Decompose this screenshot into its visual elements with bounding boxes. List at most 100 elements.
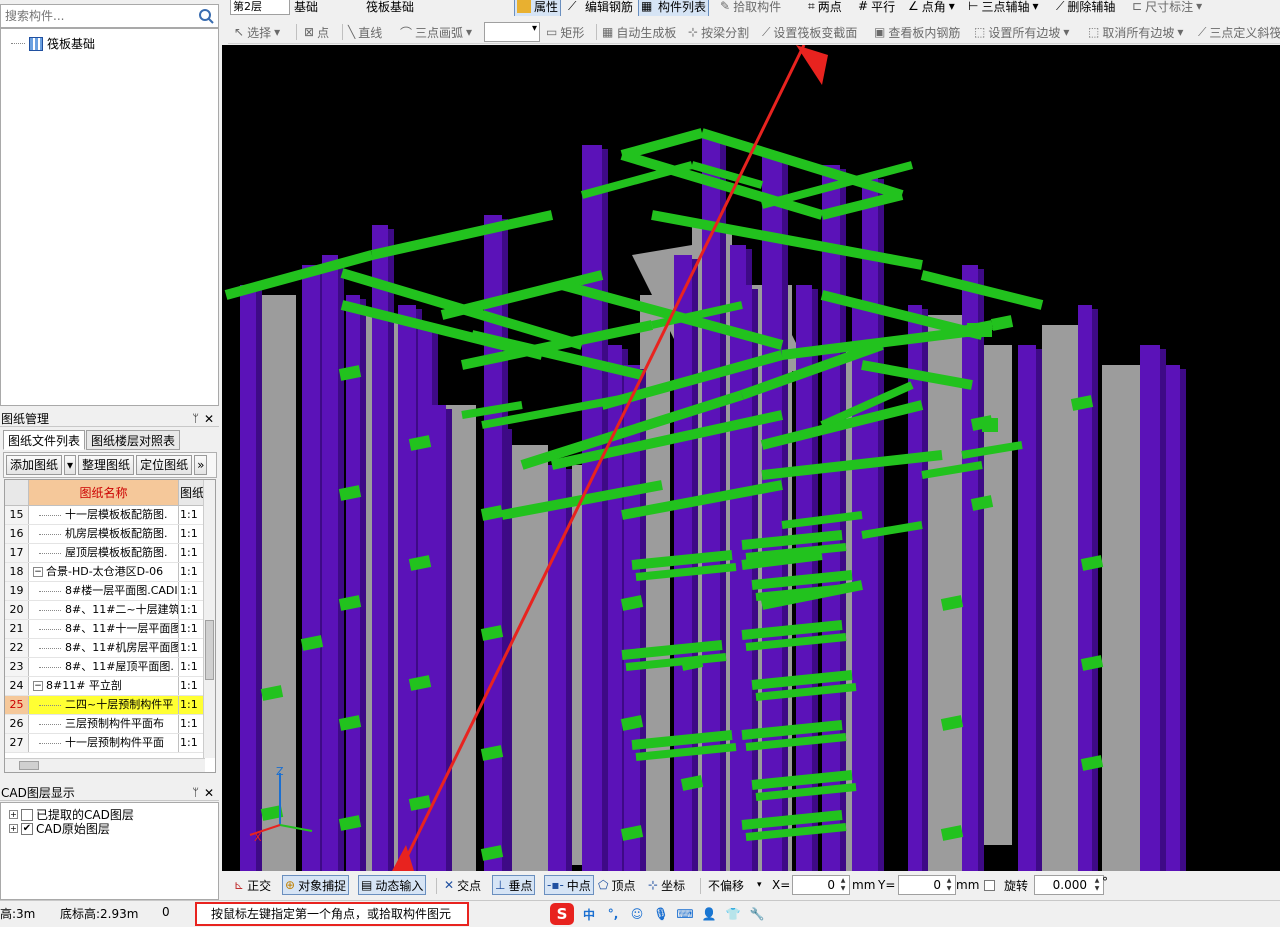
rotate-checkbox[interactable] [984,879,995,891]
pin-icon[interactable]: ᛘ [192,411,199,427]
column-side[interactable] [1180,369,1186,871]
beam[interactable] [370,210,554,260]
snap-perpendicular[interactable]: ⊥ 垂点 [492,875,536,895]
table-row[interactable]: 17 屋顶层模板板配筋图. 1:1 [5,544,205,563]
column[interactable] [372,225,388,871]
beam[interactable] [338,485,362,501]
snap-vertex[interactable]: ⬠ 顶点 [596,875,637,895]
beam[interactable] [480,505,504,521]
arc-tool[interactable]: ⌒ 三点画弧 ▾ [400,20,472,44]
axis-x-letter[interactable]: X [254,831,262,844]
close-icon[interactable]: ✕ [204,411,214,427]
beam[interactable] [300,635,324,651]
line-tool[interactable]: ╲ 直线 [348,20,382,44]
arc-mode-select[interactable]: ▾ [484,22,540,42]
three-point-incline-button[interactable]: ⟋ 三点定义斜筏 [1198,20,1280,44]
column-side[interactable] [446,409,452,871]
set-all-slopes-button[interactable]: ⬚ 设置所有边坡 ▾ [974,20,1069,44]
delete-axis-button[interactable]: ⟋ 删除辅轴 [1056,0,1115,16]
beam[interactable] [480,625,504,641]
beam[interactable] [620,825,644,841]
ime-punctuation[interactable]: °, [604,905,622,923]
rotate-toggle[interactable]: 旋转 [982,875,1030,895]
select-tool[interactable]: ↖ 选择 ▾ [234,20,280,44]
collapse-icon[interactable]: − [33,681,43,691]
add-drawing-dropdown[interactable]: ▾ [64,455,77,475]
column[interactable] [322,255,338,871]
column-side[interactable] [878,179,884,871]
beam[interactable] [620,595,644,611]
table-row[interactable]: 16 机房层模板板配筋图. 1:1 [5,525,205,544]
emoji-icon[interactable]: ☺ [628,905,646,923]
view-slab-rebar-button[interactable]: ▣ 查看板内钢筋 [874,20,960,44]
column-side[interactable] [978,269,984,871]
snap-midpoint[interactable]: -▪- 中点 [544,875,594,895]
column-side[interactable] [1036,349,1042,871]
point-tool[interactable]: ⊠ 点 [304,20,329,44]
table-row[interactable]: 15 十一层模板板配筋图. 1:1 [5,506,205,525]
beam[interactable] [1080,755,1104,771]
point-angle-button[interactable]: ∠ 点角 ▾ [908,0,955,16]
column[interactable] [548,465,566,871]
three-point-axis-button[interactable]: ⊢ 三点辅轴 ▾ [968,0,1039,16]
beam[interactable] [338,365,362,381]
beam[interactable] [940,595,964,611]
column-side[interactable] [256,289,262,871]
column-side[interactable] [720,139,726,871]
drawing-name-cell[interactable]: 8#、11#二~十层建筑 [29,601,179,619]
snap-intersection[interactable]: ✕ 交点 [442,875,483,895]
drawing-name-cell[interactable]: 十一层模板板配筋图. [29,506,179,524]
column-side[interactable] [388,229,394,871]
beam[interactable] [1070,395,1094,411]
table-row[interactable]: 22 8#、11#机房层平面图 1:1 [5,639,205,658]
tree-node-raft[interactable]: 筏板基础 [11,35,95,52]
column[interactable] [962,265,978,871]
annotation-arrowhead-top[interactable] [796,45,828,85]
skin-icon[interactable]: 👕 [724,905,742,923]
wall-panel[interactable] [1102,365,1142,871]
tab-floor-mapping[interactable]: 图纸楼层对照表 [86,430,181,450]
search-icon[interactable] [196,7,216,25]
beam[interactable] [440,270,604,320]
axis-z-letter[interactable]: Z [276,765,284,778]
checkbox-original[interactable]: ✔ [21,822,33,835]
more-button[interactable]: » [194,455,208,475]
search-input[interactable] [1,5,191,27]
beam[interactable] [408,555,432,571]
column-side[interactable] [360,299,366,871]
beam[interactable] [970,495,994,511]
table-row[interactable]: 24−8#11# 平立剖 1:1 [5,677,205,696]
column[interactable] [346,295,360,871]
user-icon[interactable]: 👤 [700,905,718,923]
beam[interactable] [480,845,504,861]
drawing-name-cell[interactable]: 机房层模板板配筋图. [29,525,179,543]
column-side[interactable] [922,309,928,871]
y-offset-input[interactable]: 0 ▲ ▼ [896,875,958,895]
column-side[interactable] [1160,349,1166,871]
vertical-scrollbar[interactable] [203,480,215,758]
column[interactable] [1140,345,1160,871]
beam[interactable] [940,715,964,731]
beam[interactable] [940,825,964,841]
building-model[interactable]: ZX [222,45,1280,871]
beam[interactable] [1080,555,1104,571]
object-snap-toggle[interactable]: ⊕ 对象捕捉 [282,875,350,895]
ime-language[interactable]: 中 [580,905,598,923]
organize-drawing-button[interactable]: 整理图纸 [78,455,135,475]
column[interactable] [240,285,256,871]
drawing-name-cell[interactable]: 三层预制构件平面布 [29,715,179,733]
rectangle-tool[interactable]: ▭ 矩形 [546,20,584,44]
table-row[interactable]: 19 8#楼一层平面图.CADI 1:1 [5,582,205,601]
set-raft-section-button[interactable]: ⟋ 设置筏板变截面 [762,20,857,44]
beam[interactable] [620,715,644,731]
two-point-axis-button[interactable]: ⌗ 两点 [808,0,842,16]
cancel-all-slopes-button[interactable]: ⬚ 取消所有边坡 ▾ [1088,20,1183,44]
column[interactable] [1018,345,1036,871]
collapse-icon[interactable]: − [33,567,43,577]
column[interactable] [418,325,432,871]
table-row[interactable]: 20 8#、11#二~十层建筑 1:1 [5,601,205,620]
pick-component-button[interactable]: ✎ 拾取构件 [720,0,781,16]
column[interactable] [1078,305,1092,871]
beam[interactable] [990,315,1014,331]
auto-generate-slab-button[interactable]: ▦ 自动生成板 [602,20,676,44]
